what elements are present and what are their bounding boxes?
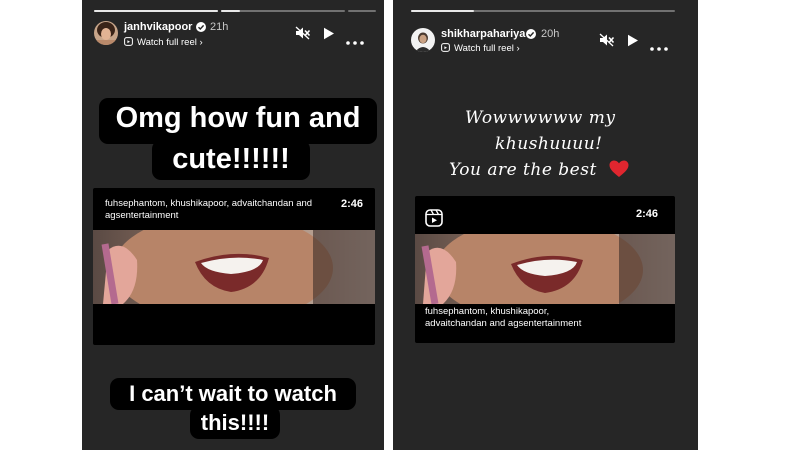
message-line: khushuuuu! [495, 134, 603, 154]
reel-duration: 2:46 [636, 208, 659, 220]
progress-segment-1 [411, 10, 675, 12]
caption-line: this!!!! [200, 410, 270, 435]
progress-segment-3 [348, 10, 376, 12]
reel-credits: fuhsephantom, khushikapoor, advaitchanda… [105, 198, 313, 221]
story-janhvikapoor[interactable]: janhvikapoor 21h Watch full reel › Omg h… [82, 0, 384, 450]
reel-thumbnail [415, 234, 675, 304]
avatar[interactable] [411, 28, 435, 52]
verified-badge-icon [196, 22, 206, 32]
username[interactable]: janhvikapoor [124, 21, 192, 33]
reel-thumbnail [93, 230, 375, 304]
reels-icon [425, 209, 443, 232]
mute-icon[interactable] [295, 26, 311, 45]
more-options-icon[interactable] [650, 38, 668, 56]
mute-icon[interactable] [599, 33, 615, 52]
reel-duration: 2:46 [341, 198, 364, 210]
reel-icon [441, 43, 450, 55]
progress-segment-2 [221, 10, 345, 12]
play-icon[interactable] [323, 27, 335, 45]
chevron-right-icon: › [513, 43, 520, 54]
timestamp: 21h [210, 21, 229, 33]
verified-badge-icon [526, 29, 536, 39]
story-shikharpahariya[interactable]: shikharpahariya 20h Watch full reel › Wo… [393, 0, 698, 450]
username[interactable]: shikharpahariya [441, 28, 525, 40]
watch-full-reel-link[interactable]: Watch full reel › [124, 37, 203, 49]
chevron-right-icon: › [196, 37, 203, 48]
watch-full-reel-link[interactable]: Watch full reel › [441, 43, 520, 55]
reel-icon [124, 37, 133, 49]
more-options-icon[interactable] [346, 32, 364, 50]
timestamp: 20h [541, 28, 560, 40]
progress-segment-1 [94, 10, 218, 12]
message-line: Wowwwwww my [465, 108, 616, 128]
shared-reel-card[interactable]: 2:46 fuhsephantom, khushikapoor, advaitc… [415, 196, 675, 343]
play-icon[interactable] [627, 34, 639, 52]
watch-full-reel-label: Watch full reel [137, 37, 197, 48]
caption-line: cute!!!!!! [172, 143, 290, 175]
reel-credits-line: fuhsephantom, khushikapoor, [425, 306, 550, 317]
watch-full-reel-label: Watch full reel [454, 43, 514, 54]
caption-line: Omg how fun and [115, 102, 361, 134]
shared-reel-card[interactable]: fuhsephantom, khushikapoor, advaitchanda… [93, 188, 375, 345]
message-line: You are the best [449, 160, 597, 180]
red-heart-icon [609, 160, 629, 183]
avatar[interactable] [94, 21, 118, 45]
caption-line: I can’t wait to watch [129, 381, 337, 406]
reel-credits-line: advaitchandan and agsentertainment [425, 318, 582, 329]
